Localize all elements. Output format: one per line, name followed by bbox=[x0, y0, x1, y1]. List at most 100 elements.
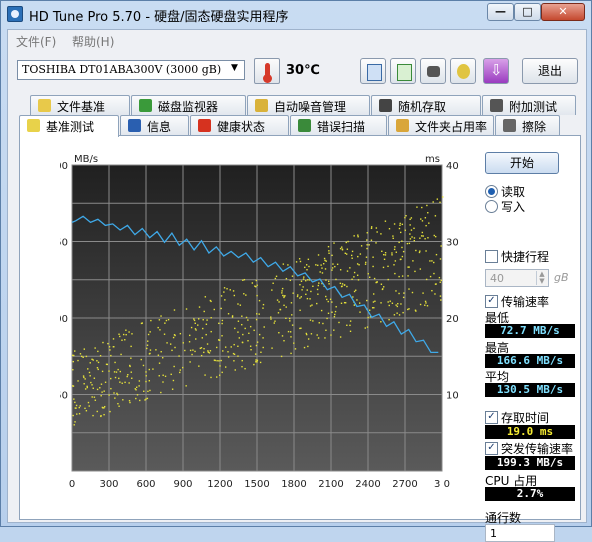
access-time-point bbox=[157, 326, 159, 329]
folder-icon bbox=[396, 119, 409, 132]
access-time-point bbox=[173, 365, 175, 368]
access-time-point bbox=[145, 375, 147, 377]
access-time-point bbox=[331, 301, 333, 303]
access-time-point bbox=[232, 290, 235, 292]
spinner-icon[interactable]: ▲ ▼ bbox=[536, 271, 547, 285]
close-button[interactable]: ✕ bbox=[541, 3, 585, 21]
access-time-point bbox=[179, 332, 182, 335]
access-time-point bbox=[328, 252, 330, 254]
screenshot-button[interactable] bbox=[420, 58, 446, 84]
access-time-point bbox=[318, 322, 320, 324]
tab-top-4[interactable]: 附加测试 bbox=[482, 95, 576, 115]
access-time-point bbox=[244, 367, 246, 370]
copy-text-button[interactable] bbox=[390, 58, 416, 84]
access-time-point bbox=[120, 353, 122, 356]
tab-top-1[interactable]: 磁盘监视器 bbox=[131, 95, 246, 115]
access-time-point bbox=[410, 217, 413, 219]
access-time-point bbox=[309, 319, 312, 321]
access-time-point bbox=[101, 391, 103, 393]
access-time-point bbox=[408, 288, 410, 290]
access-time-point bbox=[425, 250, 427, 252]
tab-2[interactable]: 健康状态 bbox=[190, 115, 289, 135]
y-left-tick-label: 50 bbox=[60, 391, 68, 402]
access-time-point bbox=[165, 319, 168, 322]
minimize-button[interactable]: — bbox=[487, 3, 514, 21]
access-time-point bbox=[227, 356, 230, 358]
maximize-button[interactable]: □ bbox=[514, 3, 541, 21]
short-stroke-input[interactable]: 40 ▲ ▼ bbox=[485, 269, 549, 287]
access-time-point bbox=[387, 265, 389, 268]
access-time-point bbox=[195, 329, 197, 331]
access-time-point bbox=[160, 351, 162, 353]
access-time-point bbox=[349, 267, 351, 269]
access-time-checkbox[interactable]: ✓ 存取时间 bbox=[485, 410, 575, 425]
x-tick-label: 600 bbox=[136, 479, 155, 490]
drive-select[interactable]: TOSHIBA DT01ABA300V (3000 gB) ▼ bbox=[17, 60, 245, 80]
access-time-point bbox=[334, 265, 336, 268]
tab-top-0[interactable]: 文件基准 bbox=[30, 95, 130, 115]
access-time-point bbox=[346, 324, 348, 326]
tab-top-2[interactable]: 自动噪音管理 bbox=[247, 95, 370, 115]
access-time-point bbox=[114, 397, 116, 399]
menu-help[interactable]: 帮助(H) bbox=[72, 33, 114, 50]
tab-4[interactable]: 文件夹占用率 bbox=[388, 115, 494, 135]
access-time-point bbox=[113, 371, 116, 373]
download-arrow-icon: ⇩ bbox=[490, 61, 503, 79]
access-time-point bbox=[84, 407, 86, 410]
burst-rate-value: 199.3 MB/s bbox=[485, 456, 575, 470]
access-time-point bbox=[216, 346, 218, 349]
access-time-point bbox=[391, 254, 393, 256]
access-time-point bbox=[117, 402, 119, 405]
short-stroke-checkbox[interactable]: 快捷行程 bbox=[485, 249, 575, 264]
access-time-point bbox=[425, 278, 428, 281]
access-time-point bbox=[245, 294, 247, 296]
access-time-point bbox=[222, 350, 224, 352]
access-time-point bbox=[155, 349, 157, 351]
tab-1[interactable]: 信息 bbox=[120, 115, 189, 135]
start-button[interactable]: 开始 bbox=[485, 152, 559, 174]
burst-rate-checkbox[interactable]: ✓ 突发传输速率 bbox=[485, 441, 575, 456]
access-time-point bbox=[415, 249, 417, 252]
access-time-point bbox=[304, 266, 306, 269]
access-time-point bbox=[292, 292, 294, 294]
exit-button[interactable]: 退出 bbox=[522, 58, 578, 84]
access-time-point bbox=[294, 348, 297, 350]
tab-5[interactable]: 擦除 bbox=[495, 115, 560, 135]
minimize-icon: — bbox=[495, 5, 506, 18]
access-time-point bbox=[189, 361, 191, 363]
access-time-point bbox=[367, 273, 369, 275]
access-time-point bbox=[118, 377, 120, 380]
tab-top-3[interactable]: 随机存取 bbox=[371, 95, 481, 115]
access-time-point bbox=[75, 404, 78, 407]
access-time-point bbox=[275, 275, 278, 278]
save-button[interactable]: ⇩ bbox=[483, 58, 509, 84]
menu-file[interactable]: 文件(F) bbox=[16, 33, 56, 50]
options-button[interactable] bbox=[450, 58, 476, 84]
access-time-point bbox=[162, 357, 164, 359]
access-time-point bbox=[409, 218, 411, 221]
access-time-point bbox=[359, 311, 361, 313]
copy-info-button[interactable] bbox=[360, 58, 386, 84]
title-bar[interactable]: HD Tune Pro 5.70 - 硬盘/固态硬盘实用程序 — □ ✕ bbox=[1, 1, 591, 27]
tab-0[interactable]: 基准测试 bbox=[19, 115, 119, 137]
access-time-point bbox=[244, 327, 246, 330]
access-time-point bbox=[373, 277, 376, 280]
read-radio[interactable]: 读取 bbox=[485, 184, 575, 199]
access-time-point bbox=[420, 235, 423, 237]
access-time-point bbox=[372, 293, 375, 295]
tab-3[interactable]: 错误扫描 bbox=[290, 115, 387, 135]
access-time-point bbox=[399, 258, 402, 261]
access-time-point bbox=[110, 387, 112, 390]
access-time-point bbox=[170, 373, 172, 376]
access-time-point bbox=[103, 407, 105, 409]
access-time-point bbox=[179, 371, 181, 374]
transfer-rate-checkbox[interactable]: ✓ 传输速率 bbox=[485, 294, 575, 309]
access-time-point bbox=[432, 201, 434, 203]
access-time-point bbox=[256, 341, 259, 343]
access-time-point bbox=[262, 337, 264, 339]
write-radio[interactable]: 写入 bbox=[485, 199, 575, 214]
access-time-point bbox=[237, 320, 240, 322]
access-time-point bbox=[243, 278, 246, 281]
access-time-point bbox=[353, 304, 356, 306]
access-time-point bbox=[333, 329, 335, 331]
